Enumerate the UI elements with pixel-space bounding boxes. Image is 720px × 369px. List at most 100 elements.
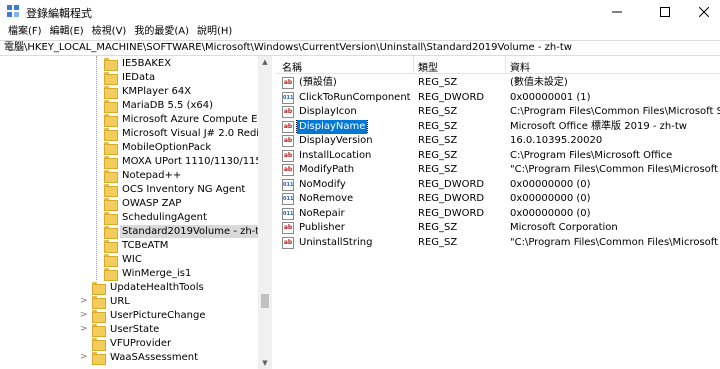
tree-item[interactable]: IEData <box>104 70 157 85</box>
tree-item[interactable]: TCBeATM <box>104 238 170 253</box>
value-name: DisplayIcon <box>299 106 357 117</box>
menu-bar: 檔案(F) 編輯(E) 檢視(V) 我的最愛(A) 說明(H) <box>0 24 720 40</box>
tree-item[interactable]: OWASP ZAP <box>104 196 183 211</box>
value-row[interactable]: 011 NoRepair REG_DWORD 0x00000000 (0) <box>276 207 720 221</box>
menu-favorites[interactable]: 我的最愛(A) <box>130 25 193 39</box>
string-value-icon: ab <box>282 135 294 147</box>
value-type: REG_SZ <box>418 135 458 146</box>
folder-icon <box>104 113 118 127</box>
column-divider[interactable] <box>413 56 414 74</box>
string-value-icon: ab <box>282 77 294 89</box>
menu-help[interactable]: 說明(H) <box>193 25 236 39</box>
value-type: REG_SZ <box>418 121 458 132</box>
tree-item[interactable]: Microsoft Visual J# 2.0 Redistribu <box>104 126 271 141</box>
value-name: NoModify <box>299 179 346 190</box>
maximize-button[interactable] <box>642 0 688 24</box>
tree-item[interactable]: OCS Inventory NG Agent <box>104 182 247 197</box>
expand-arrow-icon[interactable]: > <box>80 296 88 306</box>
expand-arrow-icon[interactable]: > <box>80 324 88 334</box>
value-data: 0x00000000 (0) <box>510 179 591 190</box>
tree-item[interactable]: Microsoft Azure Compute Emulat <box>104 112 271 127</box>
tree-item[interactable]: UpdateHealthTools <box>92 280 206 295</box>
value-row[interactable]: 011 NoModify REG_DWORD 0x00000000 (0) <box>276 178 720 192</box>
menu-view[interactable]: 檢視(V) <box>88 25 131 39</box>
column-header-type[interactable]: 類型 <box>418 59 438 74</box>
folder-icon <box>104 183 118 197</box>
folder-icon <box>104 71 118 85</box>
value-row[interactable]: ab Publisher REG_SZ Microsoft Corporation <box>276 221 720 235</box>
expand-arrow-icon[interactable]: > <box>80 352 88 362</box>
value-name: DisplayVersion <box>299 135 373 146</box>
key-tree[interactable]: IE5BAKEX IEData KMPlayer 64X MariaDB 5.5… <box>0 56 272 369</box>
value-row[interactable]: ab DisplayVersion REG_SZ 16.0.10395.20020 <box>276 134 720 148</box>
folder-icon <box>104 99 118 113</box>
scroll-down-arrow-icon[interactable]: ▼ <box>258 357 272 369</box>
value-row[interactable]: ab (預設值) REG_SZ (數值未設定) <box>276 76 720 90</box>
tree-item[interactable]: Notepad++ <box>104 168 183 183</box>
value-type: REG_SZ <box>418 222 458 233</box>
value-type: REG_DWORD <box>418 92 485 103</box>
value-row-selected[interactable]: ab DisplayName REG_SZ Microsoft Office 標準… <box>276 120 720 134</box>
tree-item-selected[interactable]: Standard2019Volume - zh-tw <box>104 224 270 239</box>
minimize-button[interactable] <box>594 0 640 24</box>
string-value-icon: ab <box>282 237 294 249</box>
value-name: InstallLocation <box>299 150 372 161</box>
column-header-name[interactable]: 名稱 <box>282 59 302 74</box>
folder-icon <box>92 351 106 365</box>
dword-value-icon: 011 <box>282 179 294 191</box>
tree-item[interactable]: MariaDB 5.5 (x64) <box>104 98 215 113</box>
value-row[interactable]: ab ModifyPath REG_SZ "C:\Program Files\Co… <box>276 163 720 177</box>
tree-item[interactable]: SchedulingAgent <box>104 210 209 225</box>
folder-icon <box>104 169 118 183</box>
values-list[interactable]: 名稱 類型 資料 ab (預設值) REG_SZ (數值未設定) 011 Click… <box>276 56 720 369</box>
maximize-icon <box>660 7 670 17</box>
value-name: ClickToRunComponent <box>299 92 411 103</box>
tree-scrollbar[interactable]: ▲ ▼ <box>258 56 272 369</box>
tree-item[interactable]: WIC <box>104 252 144 267</box>
scrollbar-thumb[interactable] <box>261 294 269 308</box>
value-data: (數值未設定) <box>510 77 568 88</box>
value-data: "C:\Program Files\Common Files\Microsoft… <box>510 164 720 175</box>
close-icon <box>699 7 709 17</box>
close-button[interactable] <box>688 0 720 24</box>
folder-icon <box>104 211 118 225</box>
scroll-up-arrow-icon[interactable]: ▲ <box>258 56 272 68</box>
title-bar: 登錄編輯程式 <box>0 0 720 24</box>
value-data: 0x00000000 (0) <box>510 208 591 219</box>
menu-file[interactable]: 檔案(F) <box>4 25 46 39</box>
value-type: REG_SZ <box>418 164 458 175</box>
string-value-icon: ab <box>282 164 294 176</box>
value-row[interactable]: ab InstallLocation REG_SZ C:\Program File… <box>276 149 720 163</box>
tree-item[interactable]: MOXA UPort 1110/1130/1150 W <box>104 154 271 169</box>
value-data: 16.0.10395.20020 <box>510 135 603 146</box>
tree-item[interactable]: MobileOptionPack <box>104 140 213 155</box>
expand-arrow-icon[interactable]: > <box>80 310 88 320</box>
value-name: NoRepair <box>299 208 345 219</box>
tree-item[interactable]: URL <box>92 294 132 309</box>
tree-item[interactable]: KMPlayer 64X <box>104 84 193 99</box>
tree-item[interactable]: UserState <box>92 322 161 337</box>
folder-icon <box>92 337 106 351</box>
tree-item[interactable]: UserPictureChange <box>92 308 207 323</box>
value-name: ModifyPath <box>299 164 355 175</box>
column-header-data[interactable]: 資料 <box>510 59 530 74</box>
tree-item[interactable]: IE5BAKEX <box>104 56 173 71</box>
value-row[interactable]: ab DisplayIcon REG_SZ C:\Program Files\Co… <box>276 105 720 119</box>
string-value-icon: ab <box>282 121 294 133</box>
tree-item[interactable]: WaaSAssessment <box>92 350 200 365</box>
value-name: DisplayName <box>295 120 369 134</box>
value-data: Microsoft Office 標準版 2019 - zh-tw <box>510 121 687 132</box>
value-row[interactable]: ab UninstallString REG_SZ "C:\Program Fil… <box>276 236 720 250</box>
value-data: 0x00000001 (1) <box>510 92 591 103</box>
column-divider[interactable] <box>505 56 506 74</box>
tree-item[interactable]: WinMerge_is1 <box>104 266 193 281</box>
value-row[interactable]: 011 NoRemove REG_DWORD 0x00000000 (0) <box>276 192 720 206</box>
value-data: C:\Program Files\Common Files\Microsoft … <box>510 106 720 117</box>
value-data: 0x00000000 (0) <box>510 193 591 204</box>
folder-icon <box>104 155 118 169</box>
value-type: REG_DWORD <box>418 193 485 204</box>
value-row[interactable]: 011 ClickToRunComponent REG_DWORD 0x00000… <box>276 91 720 105</box>
tree-item[interactable]: VFUProvider <box>92 336 173 351</box>
menu-edit[interactable]: 編輯(E) <box>46 25 88 39</box>
address-bar[interactable]: 電腦\HKEY_LOCAL_MACHINE\SOFTWARE\Microsoft… <box>0 40 720 56</box>
